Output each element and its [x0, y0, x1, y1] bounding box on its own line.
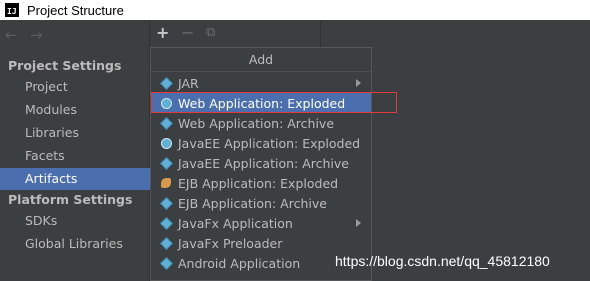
- diamond-icon: [158, 156, 174, 170]
- intellij-app-icon: IJ: [5, 3, 19, 17]
- globe-icon: [158, 96, 174, 110]
- sidebar-item-libraries[interactable]: Libraries: [0, 122, 150, 144]
- menu-item-label: JavaEE Application: Exploded: [178, 135, 361, 151]
- sidebar-item-artifacts[interactable]: Artifacts: [0, 168, 150, 190]
- menu-item-label: JavaEE Application: Archive: [178, 155, 349, 171]
- add-popup-menu: Add JAR Web Application: Exploded Web Ap…: [150, 47, 372, 281]
- diamond-icon: [158, 216, 174, 230]
- submenu-arrow-icon: [356, 79, 361, 87]
- watermark-text: https://blog.csdn.net/qq_45812180: [335, 253, 550, 269]
- menu-item-label: EJB Application: Exploded: [178, 175, 339, 191]
- menu-item-ejb-application-archive[interactable]: EJB Application: Archive: [151, 193, 371, 213]
- sidebar-item-facets[interactable]: Facets: [0, 145, 150, 167]
- diamond-icon: [158, 256, 174, 270]
- globe-icon: [158, 136, 174, 150]
- add-button[interactable]: +: [156, 24, 169, 42]
- menu-item-javafx-preloader[interactable]: JavaFx Preloader: [151, 233, 371, 253]
- submenu-arrow-icon: [356, 219, 361, 227]
- menu-item-ejb-application-exploded[interactable]: EJB Application: Exploded: [151, 173, 371, 193]
- menu-item-javaee-application-exploded[interactable]: JavaEE Application: Exploded: [151, 133, 371, 153]
- sidebar: ← → Project Settings Project Modules Lib…: [0, 20, 150, 281]
- menu-item-label: JavaFx Application: [178, 215, 293, 231]
- menu-item-label: JAR: [178, 75, 199, 91]
- arrow-left-icon[interactable]: ←: [5, 28, 18, 43]
- menu-item-javafx-application[interactable]: JavaFx Application: [151, 213, 371, 233]
- diamond-icon: [158, 116, 174, 130]
- copy-button[interactable]: ⧉: [206, 24, 215, 42]
- menu-item-label: JavaFx Preloader: [178, 235, 283, 251]
- sidebar-item-sdks[interactable]: SDKs: [0, 210, 150, 232]
- popup-title: Add: [151, 48, 371, 72]
- sidebar-item-project[interactable]: Project: [0, 76, 150, 98]
- platform-settings-title: Platform Settings: [8, 192, 133, 207]
- menu-item-label: Web Application: Archive: [178, 115, 335, 131]
- arrow-right-icon[interactable]: →: [30, 28, 43, 43]
- menu-item-web-application-archive[interactable]: Web Application: Archive: [151, 113, 371, 133]
- project-settings-title: Project Settings: [8, 58, 122, 73]
- diamond-icon: [158, 196, 174, 210]
- window-title: Project Structure: [27, 2, 124, 18]
- sidebar-item-modules[interactable]: Modules: [0, 99, 150, 121]
- nav-arrows: ← →: [0, 20, 150, 50]
- title-bar: IJ Project Structure: [0, 0, 590, 20]
- menu-item-label: Web Application: Exploded: [178, 95, 346, 111]
- diamond-icon: [158, 236, 174, 250]
- menu-item-javaee-application-archive[interactable]: JavaEE Application: Archive: [151, 153, 371, 173]
- sidebar-item-global-libraries[interactable]: Global Libraries: [0, 233, 150, 255]
- menu-item-label: EJB Application: Archive: [178, 195, 327, 211]
- menu-item-web-application-exploded[interactable]: Web Application: Exploded: [151, 93, 371, 113]
- menu-item-label: Android Application: [178, 255, 301, 271]
- bean-icon: [158, 176, 174, 190]
- diamond-icon: [158, 76, 174, 90]
- remove-button[interactable]: −: [181, 24, 194, 42]
- menu-item-jar[interactable]: JAR: [151, 73, 371, 93]
- artifacts-toolbar: + − ⧉: [151, 20, 321, 48]
